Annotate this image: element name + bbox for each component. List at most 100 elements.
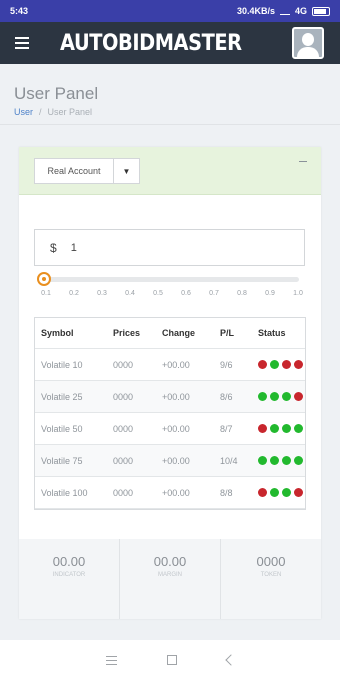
slider-tick-label: 0.1 xyxy=(41,290,51,297)
app-header: AUTOBIDMASTER xyxy=(0,22,340,64)
pl-cell: 8/8 xyxy=(220,487,233,498)
table-row[interactable]: Volatile 100 0000 +00.00 8/8 xyxy=(35,477,305,509)
collapse-icon[interactable] xyxy=(297,155,309,167)
status-dot-green xyxy=(282,424,291,433)
status-dot-green xyxy=(270,392,279,401)
breadcrumb-current: User Panel xyxy=(47,107,93,117)
chevron-down-icon[interactable]: ▼ xyxy=(113,159,139,183)
amount-value: 1 xyxy=(70,241,77,254)
price-cell: 0000 xyxy=(113,359,134,370)
card-header: Real Account ▼ xyxy=(19,147,321,195)
slider-tick-label: 0.8 xyxy=(237,290,247,297)
back-icon[interactable] xyxy=(224,654,237,666)
stat-label: TOKEN xyxy=(260,572,282,578)
slider-tick-label: 0.3 xyxy=(97,290,107,297)
price-cell: 0000 xyxy=(113,391,134,402)
header-change: Change xyxy=(162,328,196,338)
slider-ticks: 0.1 0.2 0.3 0.4 0.5 0.6 0.7 0.8 0.9 1.0 xyxy=(36,290,308,300)
slider-tick-label: 0.4 xyxy=(125,290,135,297)
amount-input[interactable]: $ 1 xyxy=(34,229,305,266)
network-type: 4G xyxy=(294,6,307,16)
symbol-cell: Volatile 75 xyxy=(41,455,83,466)
table-row[interactable]: Volatile 75 0000 +00.00 10/4 xyxy=(35,445,305,477)
table-header-row: Symbol Prices Change P/L Status xyxy=(35,318,305,349)
status-cell xyxy=(258,360,305,369)
table-row[interactable]: Volatile 50 0000 +00.00 8/7 xyxy=(35,413,305,445)
status-dot-red xyxy=(258,360,267,369)
pl-cell: 9/6 xyxy=(220,359,233,370)
account-select[interactable]: Real Account ▼ xyxy=(34,158,140,184)
stats-bar: 00.00 INDICATOR 00.00 MARGIN 0000 TOKEN xyxy=(19,539,321,619)
status-dot-green xyxy=(270,360,279,369)
status-dot-green xyxy=(258,456,267,465)
status-dot-red xyxy=(294,360,303,369)
symbol-cell: Volatile 50 xyxy=(41,423,83,434)
status-dot-green xyxy=(282,392,291,401)
system-nav-bar xyxy=(0,640,340,680)
table-row[interactable]: Volatile 25 0000 +00.00 8/6 xyxy=(35,381,305,413)
app-logo: AUTOBIDMASTER xyxy=(60,30,242,56)
slider-tick-label: 0.6 xyxy=(181,290,191,297)
stat-margin: 00.00 MARGIN xyxy=(119,539,220,619)
status-cell xyxy=(258,456,305,465)
status-bar: 5:43 30.4KB/s 4G xyxy=(0,0,340,22)
status-cell xyxy=(258,488,305,497)
price-cell: 0000 xyxy=(113,487,134,498)
header-status: Status xyxy=(258,328,286,338)
symbols-table: Symbol Prices Change P/L Status Volatile… xyxy=(34,317,306,510)
home-icon[interactable] xyxy=(166,655,177,665)
change-cell: +00.00 xyxy=(162,359,190,370)
status-dot-red xyxy=(258,488,267,497)
status-dot-green xyxy=(270,424,279,433)
account-select-value: Real Account xyxy=(47,166,101,176)
stat-label: MARGIN xyxy=(158,572,182,578)
status-dot-green xyxy=(282,488,291,497)
status-cell xyxy=(258,392,305,401)
recents-icon[interactable] xyxy=(105,655,117,665)
stat-value: 00.00 xyxy=(153,554,187,569)
network-speed: 30.4KB/s xyxy=(236,6,275,16)
symbol-cell: Volatile 100 xyxy=(41,487,88,498)
status-dot-green xyxy=(294,456,303,465)
stat-value: 0000 xyxy=(256,554,286,569)
stake-slider-track[interactable] xyxy=(43,277,299,282)
change-cell: +00.00 xyxy=(162,423,190,434)
slider-tick-label: 1.0 xyxy=(293,290,303,297)
slider-tick-label: 0.5 xyxy=(153,290,163,297)
stat-token: 0000 TOKEN xyxy=(220,539,321,619)
status-dot-green xyxy=(294,424,303,433)
header-prices: Prices xyxy=(113,328,141,338)
price-cell: 0000 xyxy=(113,455,134,466)
breadcrumb-separator: / xyxy=(39,107,42,117)
status-dot-green xyxy=(258,392,267,401)
change-cell: +00.00 xyxy=(162,391,190,402)
header-pl: P/L xyxy=(220,328,235,338)
status-dot-red xyxy=(294,488,303,497)
stake-slider-thumb[interactable] xyxy=(37,272,51,286)
status-cell xyxy=(258,424,305,433)
price-cell: 0000 xyxy=(113,423,134,434)
stat-label: INDICATOR xyxy=(52,572,86,578)
change-cell: +00.00 xyxy=(162,487,190,498)
avatar[interactable] xyxy=(292,27,324,59)
breadcrumb-user-link[interactable]: User xyxy=(14,107,33,117)
header-symbol: Symbol xyxy=(41,328,74,338)
symbol-cell: Volatile 25 xyxy=(41,391,83,402)
battery-icon xyxy=(312,6,330,16)
status-dot-red xyxy=(282,360,291,369)
pl-cell: 10/4 xyxy=(220,455,238,466)
status-dot-green xyxy=(270,456,279,465)
table-row[interactable]: Volatile 10 0000 +00.00 9/6 xyxy=(35,349,305,381)
menu-icon[interactable] xyxy=(0,22,44,64)
stat-indicator: 00.00 INDICATOR xyxy=(19,539,119,619)
page-title: User Panel xyxy=(14,84,99,103)
status-dot-red xyxy=(258,424,267,433)
status-indicators: 30.4KB/s 4G xyxy=(237,6,330,16)
symbol-cell: Volatile 10 xyxy=(41,359,83,370)
slider-tick-label: 0.2 xyxy=(69,290,79,297)
change-cell: +00.00 xyxy=(162,455,190,466)
status-dot-green xyxy=(282,456,291,465)
pl-cell: 8/7 xyxy=(220,423,233,434)
status-dot-red xyxy=(294,392,303,401)
pl-cell: 8/6 xyxy=(220,391,233,402)
